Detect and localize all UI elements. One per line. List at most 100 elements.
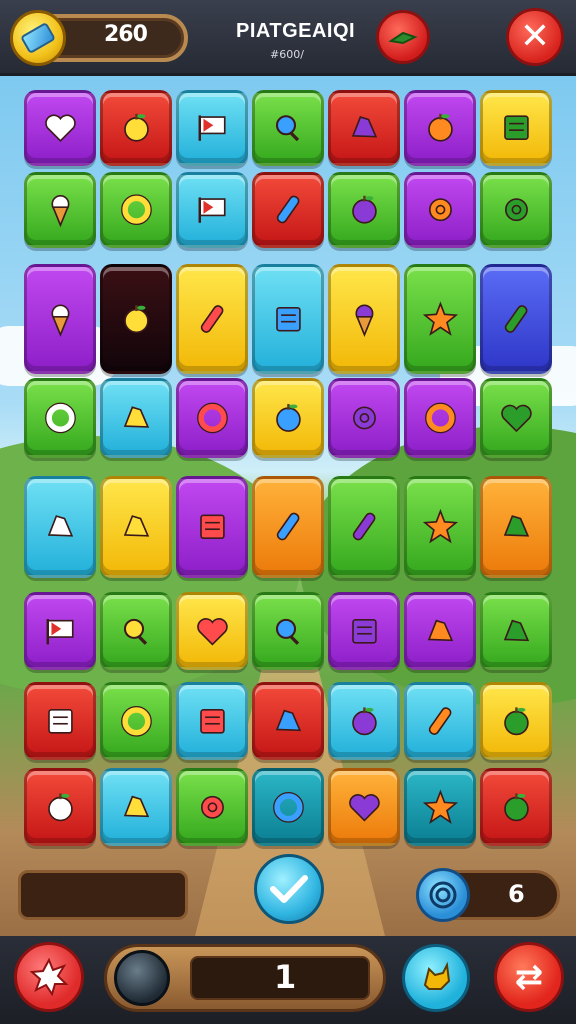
tile-r1-c1[interactable] [100, 172, 172, 248]
tile-r0-c0[interactable] [24, 90, 96, 166]
tile-r0-c1[interactable] [100, 90, 172, 166]
magnifier-icon [103, 595, 169, 667]
heart-icon [27, 93, 93, 163]
ring-icon [255, 771, 321, 843]
tile-r0-c3[interactable] [252, 90, 324, 166]
tile-r5-c2[interactable] [176, 592, 248, 670]
tile-r0-c4[interactable] [328, 90, 400, 166]
tile-r2-c4[interactable] [328, 264, 400, 374]
tile-r3-c1[interactable] [100, 378, 172, 458]
key-icon [483, 595, 549, 667]
tile-r2-c2[interactable] [176, 264, 248, 374]
tile-r6-c0[interactable] [24, 682, 96, 760]
squiggle-icon [103, 381, 169, 455]
apple-icon [407, 93, 473, 163]
tile-r6-c3[interactable] [252, 682, 324, 760]
tile-r3-c5[interactable] [404, 378, 476, 458]
tile-r1-c5[interactable] [404, 172, 476, 248]
letter-d-icon [27, 381, 93, 455]
tree-icon [27, 479, 93, 575]
camera-lens-icon[interactable] [114, 950, 170, 1006]
tile-r1-c3[interactable] [252, 172, 324, 248]
tile-r7-c3[interactable] [252, 768, 324, 846]
tile-r7-c0[interactable] [24, 768, 96, 846]
confirm-button[interactable] [254, 854, 324, 924]
paper-plane-icon [255, 685, 321, 757]
tile-r3-c6[interactable] [480, 378, 552, 458]
ice-cream-cone-icon [27, 267, 93, 371]
striped-ball-icon [27, 771, 93, 843]
tile-r0-c2[interactable] [176, 90, 248, 166]
swirl-icon[interactable] [416, 868, 470, 922]
ring-icon [103, 175, 169, 245]
tile-r2-c5[interactable] [404, 264, 476, 374]
tile-r4-c6[interactable] [480, 476, 552, 578]
tile-r2-c6[interactable] [480, 264, 552, 374]
donut-icon [179, 381, 245, 455]
gem-coin-icon[interactable] [10, 10, 66, 66]
dog-icon [423, 961, 451, 990]
lock-icon [103, 771, 169, 843]
apple-icon [103, 267, 169, 371]
robot-icon [483, 479, 549, 575]
blueberry-icon [255, 381, 321, 455]
tile-r0-c6[interactable] [480, 90, 552, 166]
tile-r2-c1[interactable] [100, 264, 172, 374]
heart-icon [483, 381, 549, 455]
tile-r5-c0[interactable] [24, 592, 96, 670]
tile-r4-c3[interactable] [252, 476, 324, 578]
tile-r4-c5[interactable] [404, 476, 476, 578]
splat-icon [29, 957, 69, 997]
tile-r3-c4[interactable] [328, 378, 400, 458]
animal-button[interactable] [402, 944, 470, 1012]
tile-r4-c2[interactable] [176, 476, 248, 578]
close-icon: ✕ [519, 16, 551, 57]
tile-r6-c4[interactable] [328, 682, 400, 760]
box-icon [27, 685, 93, 757]
heart-icon [179, 595, 245, 667]
tile-r3-c3[interactable] [252, 378, 324, 458]
tile-r4-c1[interactable] [100, 476, 172, 578]
tile-r1-c6[interactable] [480, 172, 552, 248]
tile-r3-c2[interactable] [176, 378, 248, 458]
tile-r7-c4[interactable] [328, 768, 400, 846]
tile-r7-c2[interactable] [176, 768, 248, 846]
splat-button[interactable] [14, 942, 84, 1012]
tile-r1-c0[interactable] [24, 172, 96, 248]
tile-r1-c2[interactable] [176, 172, 248, 248]
game-title: PIATGEAIQI [236, 20, 356, 42]
tile-r4-c0[interactable] [24, 476, 96, 578]
tile-r5-c5[interactable] [404, 592, 476, 670]
tile-r5-c6[interactable] [480, 592, 552, 670]
bacon-icon [331, 93, 397, 163]
sausage-icon [407, 685, 473, 757]
flag-icon [179, 93, 245, 163]
brush-icon [331, 479, 397, 575]
tile-r5-c4[interactable] [328, 592, 400, 670]
pickle-icon [255, 175, 321, 245]
ice-cream-cone-icon [331, 267, 397, 371]
swap-button[interactable]: ⇄ [494, 942, 564, 1012]
ring-icon [407, 381, 473, 455]
tile-r6-c2[interactable] [176, 682, 248, 760]
tile-r5-c1[interactable] [100, 592, 172, 670]
tile-r7-c5[interactable] [404, 768, 476, 846]
tile-r3-c0[interactable] [24, 378, 96, 458]
game-subtitle: #600/ [270, 48, 304, 61]
tile-r6-c6[interactable] [480, 682, 552, 760]
lemon-icon [483, 771, 549, 843]
star-icon [407, 267, 473, 371]
tile-r7-c6[interactable] [480, 768, 552, 846]
tile-r0-c5[interactable] [404, 90, 476, 166]
tile-r6-c5[interactable] [404, 682, 476, 760]
tile-r4-c4[interactable] [328, 476, 400, 578]
tile-r6-c1[interactable] [100, 682, 172, 760]
tile-r2-c0[interactable] [24, 264, 96, 374]
bug-button[interactable] [376, 10, 430, 64]
tile-r2-c3[interactable] [252, 264, 324, 374]
tile-r5-c3[interactable] [252, 592, 324, 670]
progress-bar [18, 870, 188, 920]
close-button[interactable]: ✕ [506, 8, 564, 66]
tile-r1-c4[interactable] [328, 172, 400, 248]
tile-r7-c1[interactable] [100, 768, 172, 846]
